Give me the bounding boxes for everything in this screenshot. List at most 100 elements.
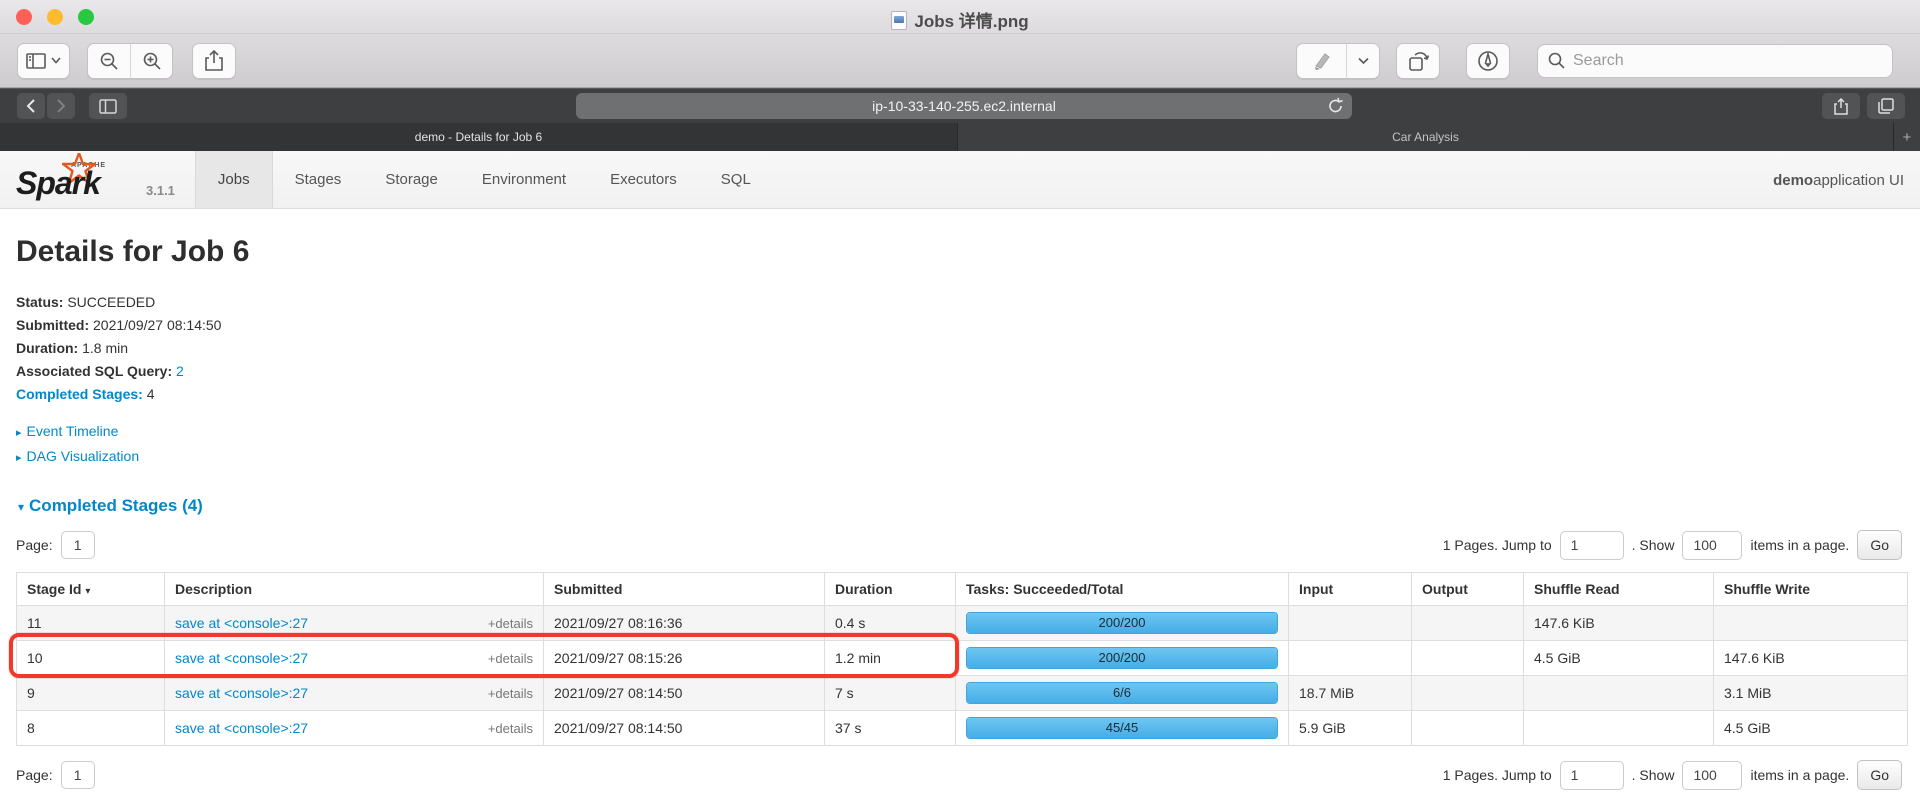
browser-forward-button[interactable]	[47, 93, 75, 119]
shuffle-read-cell	[1524, 711, 1714, 746]
tab-demo-details-job-6[interactable]: demo - Details for Job 6	[0, 123, 958, 151]
tasks-progress-bar: 45/45	[966, 717, 1278, 739]
title-bar: Jobs 详情.png	[0, 0, 1920, 34]
forward-chevron-icon	[56, 99, 66, 113]
collapsed-arrow-icon: ▸	[16, 452, 22, 464]
go-button[interactable]: Go	[1857, 530, 1902, 560]
rotate-icon	[1407, 50, 1429, 71]
search-input[interactable]	[1573, 52, 1882, 70]
items-per-page-input[interactable]	[1682, 761, 1742, 790]
page-title: Details for Job 6	[16, 235, 1906, 269]
share-button[interactable]	[192, 43, 236, 79]
browser-tab-bar: demo - Details for Job 6 Car Analysis +	[0, 123, 1920, 151]
page-label: Page:	[16, 767, 53, 783]
url-text: ip-10-33-140-255.ec2.internal	[872, 98, 1056, 114]
application-ui-label: demo application UI	[1773, 151, 1904, 209]
stage-description-link[interactable]: save at <console>:27	[175, 615, 308, 631]
header-output[interactable]: Output	[1412, 573, 1524, 606]
output-cell	[1412, 606, 1524, 641]
zoom-out-button[interactable]	[87, 43, 130, 79]
show-text: . Show	[1632, 767, 1675, 783]
sidebar-toggle-button[interactable]	[17, 43, 70, 79]
table-row-stage-9: 9 save at <console>:27+details 2021/09/2…	[17, 676, 1908, 711]
shuffle-write-cell	[1714, 606, 1908, 641]
nav-tab-sql[interactable]: SQL	[699, 151, 773, 208]
shuffle-write-cell: 3.1 MiB	[1714, 676, 1908, 711]
show-text: . Show	[1632, 537, 1675, 553]
markup-style-dropdown[interactable]	[1346, 43, 1380, 79]
stage-id-cell: 11	[17, 606, 165, 641]
markup-pen-button[interactable]	[1296, 43, 1346, 79]
header-input[interactable]: Input	[1289, 573, 1412, 606]
completed-stages-link[interactable]: Completed Stages:	[16, 386, 143, 402]
plus-details-toggle[interactable]: +details	[488, 651, 533, 666]
dag-visualization-toggle[interactable]: ▸DAG Visualization	[16, 445, 1906, 470]
jump-to-input[interactable]	[1560, 531, 1624, 560]
tab-overview-button[interactable]	[1867, 93, 1905, 119]
stage-id-cell: 10	[17, 641, 165, 676]
browser-sidebar-icon	[99, 99, 117, 114]
header-duration[interactable]: Duration	[825, 573, 956, 606]
stage-description-link[interactable]: save at <console>:27	[175, 685, 308, 701]
page-number-input[interactable]	[61, 761, 95, 789]
items-text: items in a page.	[1750, 537, 1849, 553]
input-cell	[1289, 606, 1412, 641]
header-submitted[interactable]: Submitted	[544, 573, 825, 606]
tasks-progress-bar: 200/200	[966, 612, 1278, 634]
sql-query-link[interactable]: 2	[176, 363, 184, 379]
shuffle-read-cell: 147.6 KiB	[1524, 606, 1714, 641]
table-row-stage-8: 8 save at <console>:27+details 2021/09/2…	[17, 711, 1908, 746]
completed-stages-section-toggle[interactable]: ▾Completed Stages (4)	[18, 496, 1906, 516]
event-timeline-toggle[interactable]: ▸Event Timeline	[16, 420, 1906, 445]
table-row-stage-11: 11 save at <console>:27+details 2021/09/…	[17, 606, 1908, 641]
tab-car-analysis[interactable]: Car Analysis	[958, 123, 1894, 151]
plus-details-toggle[interactable]: +details	[488, 686, 533, 701]
share-icon	[205, 50, 223, 71]
header-shuffle-read[interactable]: Shuffle Read	[1524, 573, 1714, 606]
stage-description-link[interactable]: save at <console>:27	[175, 720, 308, 736]
go-button[interactable]: Go	[1857, 760, 1902, 790]
items-text: items in a page.	[1750, 767, 1849, 783]
items-per-page-input[interactable]	[1682, 531, 1742, 560]
show-markup-toolbar-button[interactable]	[1466, 43, 1510, 79]
jump-to-input[interactable]	[1560, 761, 1624, 790]
input-cell: 18.7 MiB	[1289, 676, 1412, 711]
plus-details-toggle[interactable]: +details	[488, 721, 533, 736]
submitted-cell: 2021/09/27 08:14:50	[544, 711, 825, 746]
new-tab-button[interactable]: +	[1894, 123, 1920, 151]
stages-table-wrap: Stage Id ▾ Description Submitted Duratio…	[16, 572, 1907, 746]
page-number-input[interactable]	[61, 531, 95, 559]
nav-tab-jobs[interactable]: Jobs	[195, 151, 273, 208]
duration-cell: 7 s	[825, 676, 956, 711]
browser-share-button[interactable]	[1822, 93, 1860, 119]
nav-tab-environment[interactable]: Environment	[460, 151, 588, 208]
tab-label: demo - Details for Job 6	[415, 130, 542, 144]
nav-tab-executors[interactable]: Executors	[588, 151, 699, 208]
toolbar-search-field[interactable]	[1537, 44, 1893, 78]
sidebar-icon	[26, 53, 46, 69]
plus-details-toggle[interactable]: +details	[488, 616, 533, 631]
highlighter-icon	[1311, 51, 1333, 71]
document-icon	[891, 11, 907, 30]
header-shuffle-write[interactable]: Shuffle Write	[1714, 573, 1908, 606]
pages-text: 1 Pages. Jump to	[1443, 537, 1552, 553]
zoom-in-button[interactable]	[130, 43, 173, 79]
header-stage-id[interactable]: Stage Id ▾	[17, 573, 165, 606]
url-bar[interactable]: ip-10-33-140-255.ec2.internal	[576, 93, 1352, 119]
header-tasks[interactable]: Tasks: Succeeded/Total	[956, 573, 1289, 606]
completed-stages-table: Stage Id ▾ Description Submitted Duratio…	[16, 572, 1908, 746]
browser-sidebar-button[interactable]	[89, 93, 127, 119]
output-cell	[1412, 676, 1524, 711]
rotate-left-button[interactable]	[1396, 43, 1440, 79]
nav-tab-storage[interactable]: Storage	[363, 151, 460, 208]
spark-logo[interactable]: APACHE Spark	[16, 151, 146, 208]
output-cell	[1412, 711, 1524, 746]
shuffle-write-cell: 4.5 GiB	[1714, 711, 1908, 746]
stage-description-link[interactable]: save at <console>:27	[175, 650, 308, 666]
nav-tab-stages[interactable]: Stages	[273, 151, 364, 208]
header-description[interactable]: Description	[165, 573, 544, 606]
spark-version: 3.1.1	[146, 183, 181, 208]
status-value: SUCCEEDED	[67, 294, 155, 310]
refresh-icon[interactable]	[1327, 97, 1344, 115]
browser-back-button[interactable]	[17, 93, 45, 119]
